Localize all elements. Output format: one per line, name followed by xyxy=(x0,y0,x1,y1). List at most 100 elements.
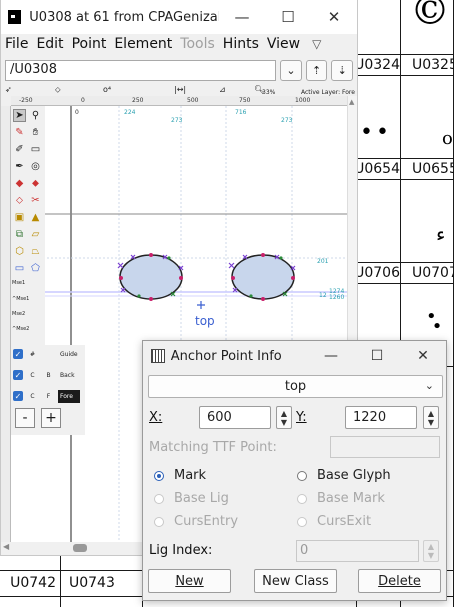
layer-visible-checkbox[interactable]: ✓ xyxy=(13,370,23,380)
menu-element[interactable]: Element xyxy=(114,36,177,52)
new-anchor-button[interactable]: New xyxy=(148,569,231,593)
rectangle-tool-icon[interactable]: ▭ xyxy=(13,262,26,275)
horizontal-scroll-thumb[interactable] xyxy=(73,544,87,552)
hand-tool-icon[interactable]: ✋︎ xyxy=(29,126,42,139)
lig-index-label: Lig Index: xyxy=(149,543,213,558)
radio-dot xyxy=(154,493,164,504)
glyph-dropdown-button[interactable]: ⌄ xyxy=(280,59,302,81)
x-input[interactable]: 600 xyxy=(199,406,271,429)
layer-name[interactable]: Guide xyxy=(58,348,80,361)
knife-tool-icon[interactable]: ✂ xyxy=(29,194,42,207)
anchor-top-label[interactable]: top xyxy=(195,314,215,328)
minimize-button[interactable]: — xyxy=(219,0,265,34)
vertical-ruler xyxy=(1,106,11,546)
horizontal-ruler: -250 0 250 500 750 1000 xyxy=(11,96,357,106)
layer-col2: F xyxy=(46,392,51,400)
pencil-tool-icon[interactable]: ✐ xyxy=(13,143,26,156)
corner-point-tool-icon[interactable]: ◆ xyxy=(13,177,26,190)
next-glyph-button[interactable]: ⇣ xyxy=(331,59,353,81)
flip-tool-icon[interactable]: ⧉ xyxy=(13,228,26,241)
scroll-up-icon[interactable]: ▲ xyxy=(349,98,354,106)
canvas-label-height-201: 201 xyxy=(317,258,329,265)
menu-bar: File Edit Point Element Tools Hints View… xyxy=(1,34,357,54)
new-class-button-label: New Class xyxy=(262,573,329,589)
layer-visible-checkbox[interactable]: ✓ xyxy=(13,349,23,359)
dialog-app-icon xyxy=(151,349,165,363)
radio-dot xyxy=(297,493,307,504)
menu-view[interactable]: View xyxy=(267,36,305,52)
pen-tool-icon[interactable]: ✎ xyxy=(13,126,26,139)
menu-edit[interactable]: Edit xyxy=(36,36,68,52)
layer-col1: # xyxy=(29,350,36,358)
scale-tool-icon[interactable]: ▣ xyxy=(13,211,26,224)
radio-dot xyxy=(297,516,307,527)
menu-overflow-icon[interactable]: ▽ xyxy=(312,37,321,51)
anchor-class-select[interactable]: top ⌄ xyxy=(148,375,443,398)
lig-index-spin-button[interactable]: ▲ ▼ xyxy=(423,540,439,562)
layer-col1: C xyxy=(30,392,35,400)
y-spin-button[interactable]: ▲ ▼ xyxy=(423,406,439,429)
spiral-tool-icon[interactable]: ◎ xyxy=(29,160,42,173)
3d-rotate-tool-icon[interactable]: ⬡ xyxy=(13,245,26,258)
radio-base-glyph[interactable]: Base Glyph xyxy=(297,468,391,483)
x-label: X: xyxy=(149,410,163,425)
layer-row-fore[interactable]: ✓ C F Fore xyxy=(13,387,85,405)
layer-visible-checkbox[interactable]: ✓ xyxy=(13,391,23,401)
y-label: Y: xyxy=(296,410,307,425)
dialog-close-button[interactable]: ✕ xyxy=(400,341,446,371)
canvas-label-height-12: 12 xyxy=(319,292,327,299)
canvas-label-origin: 0 xyxy=(75,109,79,116)
menu-hints[interactable]: Hints xyxy=(223,36,264,52)
radio-base-lig[interactable]: Base Lig xyxy=(154,491,229,506)
ruler-tick: -250 xyxy=(19,97,33,104)
add-layer-button[interactable]: + xyxy=(41,408,61,428)
close-button[interactable]: ✕ xyxy=(311,0,357,34)
menu-tools[interactable]: Tools xyxy=(180,36,220,52)
remove-layer-button[interactable]: - xyxy=(15,408,35,428)
dialog-titlebar[interactable]: Anchor Point Info — ☐ ✕ xyxy=(143,341,446,371)
curve-point-tool-icon[interactable]: ✒ xyxy=(13,160,26,173)
y-input[interactable]: 1220 xyxy=(345,406,417,429)
arrow-info-icon: ⬦ xyxy=(55,85,61,94)
angle-info-icon: ⊿ xyxy=(219,85,226,94)
polygon-tool-icon[interactable]: ⬠ xyxy=(29,262,42,275)
maximize-button[interactable]: ☐ xyxy=(265,0,311,34)
ruler-tool-icon[interactable]: ▭ xyxy=(29,143,42,156)
dialog-maximize-button[interactable]: ☐ xyxy=(354,341,400,371)
rotate-tool-icon[interactable]: ▲ xyxy=(29,211,42,224)
menu-point[interactable]: Point xyxy=(72,36,112,52)
layer-row-back[interactable]: ✓ C B Back xyxy=(13,366,85,384)
cell-label-u0655: U0655 xyxy=(412,161,454,177)
layer-row-guide[interactable]: ✓ # Guide xyxy=(13,345,85,363)
magnify-tool-icon[interactable]: ⚲ xyxy=(29,109,42,122)
x-spin-button[interactable]: ▲ ▼ xyxy=(276,406,292,429)
hvcurve-tool-icon[interactable]: ⬦ xyxy=(13,194,26,207)
radio-curs-exit[interactable]: CursExit xyxy=(297,514,371,529)
menu-file[interactable]: File xyxy=(5,36,33,52)
scroll-left-icon[interactable]: ◀ xyxy=(3,542,9,551)
matching-ttf-label: Matching TTF Point: xyxy=(149,440,277,455)
glyph-syriac-dots: • • xyxy=(426,306,443,337)
ruler-tick: 750 xyxy=(239,97,251,104)
perspective-tool-icon[interactable]: ⏢ xyxy=(29,245,42,258)
radio-mark[interactable]: Mark xyxy=(154,468,206,483)
layer-name[interactable]: Back xyxy=(58,369,80,382)
tangent-point-tool-icon[interactable]: ⬥ xyxy=(29,177,42,190)
skew-tool-icon[interactable]: ▱ xyxy=(29,228,42,241)
prev-glyph-button[interactable]: ⇡ xyxy=(305,59,328,81)
glyph-name-field[interactable]: /U0308 xyxy=(5,59,277,81)
delete-anchor-button[interactable]: Delete xyxy=(358,569,441,593)
radio-curs-entry[interactable]: CursEntry xyxy=(154,514,238,529)
dialog-title: Anchor Point Info xyxy=(170,348,282,364)
cell-label-u0325: U0325 xyxy=(412,57,454,73)
pointer-tool-icon[interactable]: ➤ xyxy=(13,109,26,122)
glyph-window-titlebar[interactable]: U0308 at 61 from CPAGenizahElisa... — ☐ … xyxy=(1,0,357,34)
layer-name[interactable]: Fore xyxy=(58,389,80,403)
dialog-minimize-button[interactable]: — xyxy=(308,341,354,371)
radio-base-mark[interactable]: Base Mark xyxy=(297,491,385,506)
new-class-button[interactable]: New Class xyxy=(254,569,337,593)
ruler-tick: 1000 xyxy=(295,97,311,104)
mouse-label-2: ^Mse1 xyxy=(12,296,30,302)
mouse-label-1: Mse1 xyxy=(12,280,26,286)
lig-index-input[interactable]: 0 xyxy=(296,540,419,562)
